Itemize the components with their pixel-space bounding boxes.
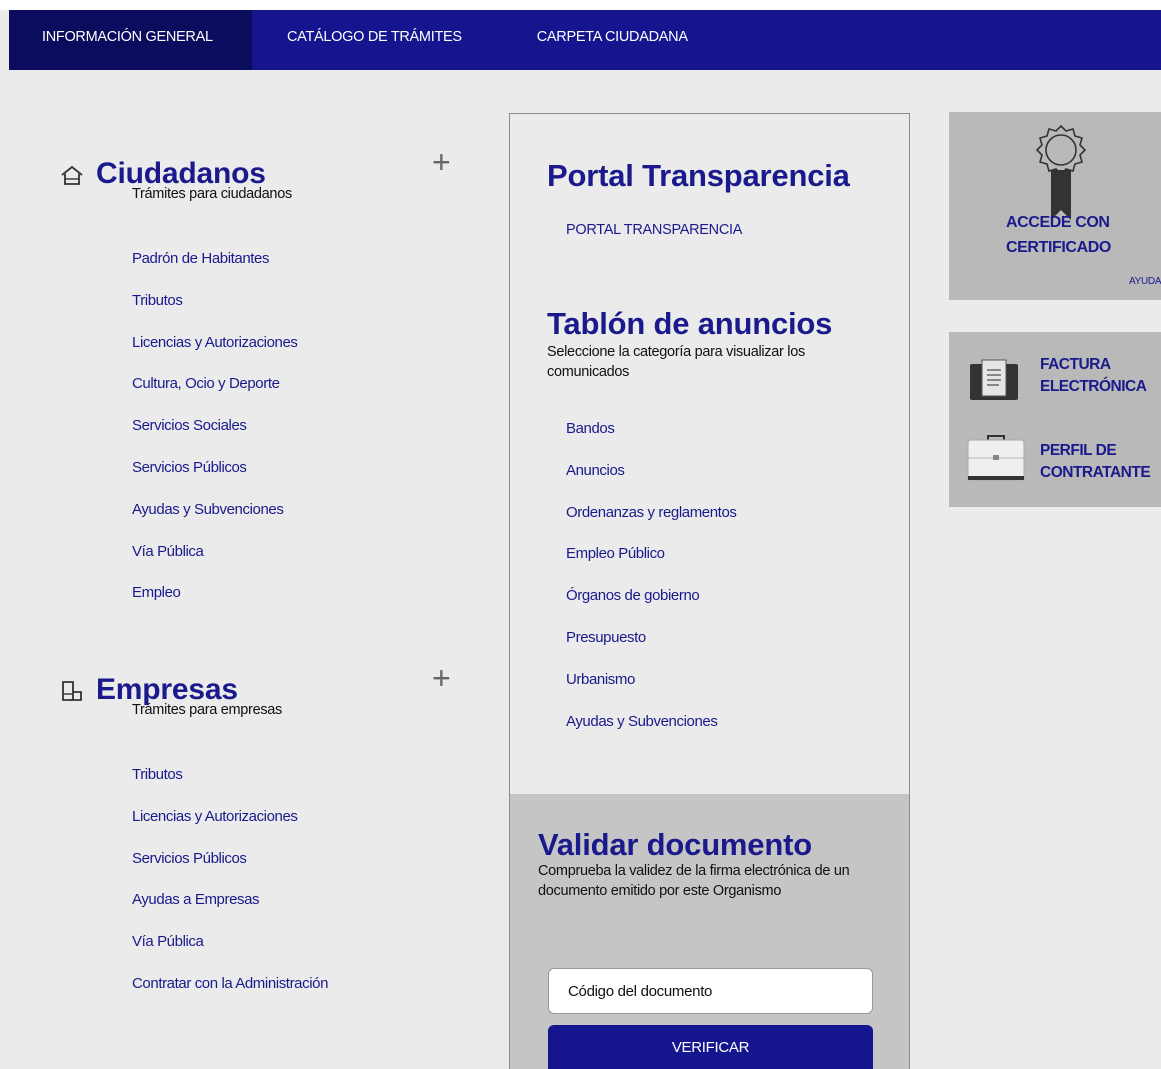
empresas-expand-button[interactable]: + [432,662,451,694]
ciudadanos-link-licencias[interactable]: Licencias y Autorizaciones [132,334,298,376]
validar-documento-panel: Validar documento Comprueba la validez d… [509,794,910,1069]
ciudadanos-section: Ciudadanos + Trámites para ciudadanos Pa… [60,146,480,601]
tablon-subtitle: Seleccione la categoría para visualizar … [547,344,805,380]
ciudadanos-link-via-publica[interactable]: Vía Pública [132,543,298,585]
transparencia-link[interactable]: PORTAL TRANSPARENCIA [566,222,742,238]
empresas-subtitle: Trámites para empresas [132,702,282,718]
tablon-link-presupuesto[interactable]: Presupuesto [566,629,737,671]
ciudadanos-link-tributos[interactable]: Tributos [132,292,298,334]
briefcase-icon [967,435,1025,481]
ciudadanos-link-ayudas[interactable]: Ayudas y Subvenciones [132,501,298,543]
nav-informacion-general[interactable]: INFORMACIÓN GENERAL [9,10,252,70]
factura-label-line2: ELECTRÓNICA [1040,378,1147,395]
ciudadanos-link-padron[interactable]: Padrón de Habitantes [132,250,298,292]
transparencia-title: Portal Transparencia [547,158,850,193]
tablon-link-list: Bandos Anuncios Ordenanzas y reglamentos… [566,420,737,754]
side-links-panel: FACTURA ELECTRÓNICA PERFIL DE CONTRATANT… [949,332,1161,507]
factura-label-line1: FACTURA [1040,356,1111,373]
home-icon [61,165,83,185]
perfil-label-line1: PERFIL DE [1040,442,1117,459]
empresas-link-servicios-publicos[interactable]: Servicios Públicos [132,850,328,892]
certificate-help-link[interactable]: AYUDA [1129,276,1161,287]
ciudadanos-expand-button[interactable]: + [432,146,451,178]
perfil-contratante-link[interactable]: PERFIL DE CONTRATANTE [949,435,1161,500]
main-nav: INFORMACIÓN GENERAL CATÁLOGO DE TRÁMITES… [9,10,1161,70]
validar-title: Validar documento [538,827,812,862]
middle-panel: Portal Transparencia PORTAL TRANSPARENCI… [509,113,910,795]
certificate-label-line2: CERTIFICADO [1006,239,1111,256]
empresas-link-tributos[interactable]: Tributos [132,766,328,808]
tablon-link-organos-gobierno[interactable]: Órganos de gobierno [566,587,737,629]
certificate-label: ACCEDE CON CERTIFICADO [1006,210,1146,260]
ciudadanos-subtitle: Trámites para ciudadanos [132,186,292,202]
verify-button[interactable]: VERIFICAR [548,1025,873,1069]
ciudadanos-link-cultura[interactable]: Cultura, Ocio y Deporte [132,375,298,417]
certificate-label-line1: ACCEDE CON [1006,214,1110,231]
perfil-label-line2: CONTRATANTE [1040,464,1151,481]
nav-catalogo-tramites[interactable]: CATÁLOGO DE TRÁMITES [287,10,462,70]
ciudadanos-link-empleo[interactable]: Empleo [132,584,298,626]
empresas-section: Empresas + Trámites para empresas Tribut… [60,662,480,992]
ciudadanos-link-servicios-sociales[interactable]: Servicios Sociales [132,417,298,459]
tablon-link-urbanismo[interactable]: Urbanismo [566,671,737,713]
empresas-link-licencias[interactable]: Licencias y Autorizaciones [132,808,328,850]
certificate-access-button[interactable]: ACCEDE CON CERTIFICADO AYUDA [949,112,1161,300]
empresas-link-list: Tributos Licencias y Autorizaciones Serv… [132,766,328,1017]
tablon-link-ayudas[interactable]: Ayudas y Subvenciones [566,713,737,755]
empresas-link-contratar[interactable]: Contratar con la Administración [132,975,328,1017]
validar-subtitle: Comprueba la validez de la firma electró… [538,863,850,899]
factura-label: FACTURA ELECTRÓNICA [1040,354,1160,398]
factura-electronica-link[interactable]: FACTURA ELECTRÓNICA [949,354,1161,414]
tablon-link-empleo-publico[interactable]: Empleo Público [566,545,737,587]
invoice-icon [970,359,1018,400]
empresas-link-ayudas[interactable]: Ayudas a Empresas [132,891,328,933]
top-strip [0,0,1161,10]
tablon-link-anuncios[interactable]: Anuncios [566,462,737,504]
tablon-title: Tablón de anuncios [547,306,833,341]
building-icon [62,681,82,701]
ciudadanos-link-servicios-publicos[interactable]: Servicios Públicos [132,459,298,501]
ciudadanos-link-list: Padrón de Habitantes Tributos Licencias … [132,250,298,626]
document-code-input[interactable] [548,968,873,1014]
tablon-link-bandos[interactable]: Bandos [566,420,737,462]
perfil-label: PERFIL DE CONTRATANTE [1040,440,1160,484]
tablon-link-ordenanzas[interactable]: Ordenanzas y reglamentos [566,504,737,546]
empresas-link-via-publica[interactable]: Vía Pública [132,933,328,975]
nav-carpeta-ciudadana[interactable]: CARPETA CIUDADANA [537,10,688,70]
